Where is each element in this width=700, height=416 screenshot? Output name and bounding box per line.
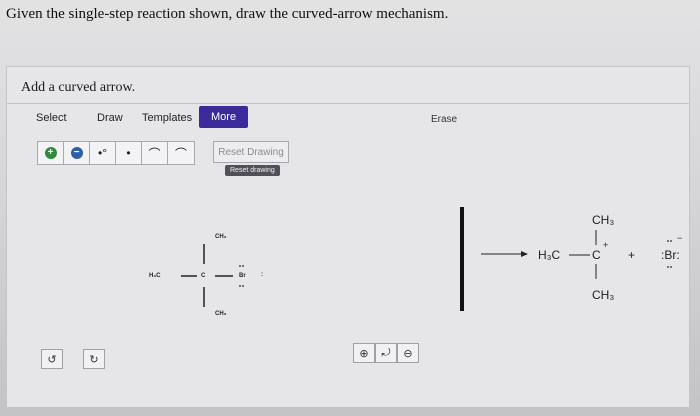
redo-button[interactable]: ↻ (83, 349, 105, 369)
bromide-dots (667, 240, 672, 268)
zoom-out-icon: ⊖ (403, 347, 413, 360)
zoom-in-icon: ⊕ (359, 347, 369, 360)
zoom-reset-button[interactable]: ⤾ (375, 343, 397, 363)
zoom-in-button[interactable]: ⊕ (353, 343, 375, 363)
drawing-panel: Add a curved arrow. Select Draw Template… (6, 66, 690, 408)
zoom-out-button[interactable]: ⊖ (397, 343, 419, 363)
redo-icon: ↻ (89, 353, 99, 366)
zoom-reset-icon: ⤾ (381, 346, 391, 359)
undo-icon: ↺ (47, 353, 57, 366)
undo-button[interactable]: ↺ (41, 349, 63, 369)
question-text: Given the single-step reaction shown, dr… (6, 6, 449, 22)
